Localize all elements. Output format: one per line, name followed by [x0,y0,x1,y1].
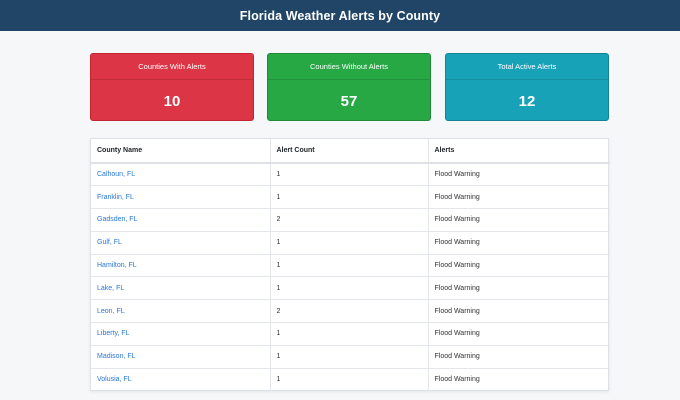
county-cell: Leon, FL [91,299,271,324]
alert-count-cell: 1 [270,185,429,210]
alerts-cell: Flood Warning [434,376,480,384]
table-row: Volusia, FL 1 Flood Warning [91,368,610,391]
total-active-alerts-label: Total Active Alerts [446,54,608,80]
county-cell: Franklin, FL [91,185,271,210]
counties-without-alerts-card: Counties Without Alerts 57 [267,53,431,121]
table-row: Hamilton, FL 1 Flood Warning [91,254,610,278]
alert-count-cell: 1 [270,254,429,278]
total-active-alerts-card: Total Active Alerts 12 [445,53,609,121]
county-link[interactable]: Gadsden, FL [97,216,137,223]
table-row: Gulf, FL 1 Flood Warning [91,231,610,255]
alerts-table-container: County Name Alert Count Alerts Calhoun, … [90,138,610,391]
county-link[interactable]: Leon, FL [97,308,125,315]
column-header-alert-count: Alert Count [270,139,429,164]
alert-count-cell: 2 [270,299,429,324]
county-link[interactable]: Gulf, FL [97,239,122,246]
table-row: Liberty, FL 1 Flood Warning [91,322,610,346]
alerts-cell: Flood Warning [428,231,610,255]
counties-with-alerts-card: Counties With Alerts 10 [90,53,254,121]
alerts-cell: Flood Warning [428,208,610,232]
page-title: Florida Weather Alerts by County [239,8,441,23]
county-link[interactable]: Lake, FL [97,285,124,292]
total-active-alerts-value: 12 [518,92,536,110]
column-header-county-name: County Name [91,139,271,164]
county-link[interactable]: Calhoun, FL [97,171,135,178]
alert-count-cell: 1 [270,368,429,391]
alerts-cell: Flood Warning [428,276,610,301]
column-header-alerts: Alerts [428,139,610,164]
alerts-cell: Flood Warning [428,299,610,324]
table-row: Franklin, FL 1 Flood Warning [91,185,610,210]
county-cell: Hamilton, FL [91,254,271,278]
alert-count-cell: 1 [270,322,429,346]
page-header: Florida Weather Alerts by County [0,0,680,31]
alerts-cell: Flood Warning [428,254,610,278]
county-link[interactable]: Liberty, FL [97,330,130,337]
county-cell: Volusia, FL [91,368,271,391]
county-cell: Liberty, FL [91,322,271,346]
table-row: Gadsden, FL 2 Flood Warning [91,208,610,232]
county-cell: Lake, FL [91,276,271,301]
alert-count-cell: 1 [270,163,429,187]
alerts-table: County Name Alert Count Alerts Calhoun, … [91,139,610,391]
table-header-row: County Name Alert Count Alerts [91,139,610,164]
alerts-cell: Flood Warning [428,185,610,210]
alerts-cell: Flood Warning [428,322,610,346]
county-link[interactable]: Volusia, FL [97,376,132,383]
alerts-cell: Flood Warning [428,345,610,369]
county-cell: Gulf, FL [91,231,271,255]
counties-without-alerts-label: Counties Without Alerts [268,54,430,80]
alert-count-cell: 2 [270,208,429,232]
table-row: Calhoun, FL 1 Flood Warning [91,163,610,187]
counties-with-alerts-label: Counties With Alerts [91,54,253,80]
counties-with-alerts-value: 10 [163,92,181,110]
county-link[interactable]: Madison, FL [97,353,136,360]
county-cell: Gadsden, FL [91,208,271,232]
county-link[interactable]: Franklin, FL [97,194,134,201]
counties-without-alerts-value: 57 [340,92,358,110]
county-cell: Madison, FL [91,345,271,369]
alert-count-cell: 1 [270,276,429,301]
table-row: Madison, FL 1 Flood Warning [91,345,610,369]
county-cell: Calhoun, FL [91,163,271,187]
table-row: Leon, FL 2 Flood Warning [91,299,610,324]
alert-count-cell: 1 [270,345,429,369]
alert-count-cell: 1 [270,231,429,255]
county-link[interactable]: Hamilton, FL [97,262,137,269]
alerts-cell: Flood Warning [428,163,610,187]
table-row: Lake, FL 1 Flood Warning [91,276,610,301]
